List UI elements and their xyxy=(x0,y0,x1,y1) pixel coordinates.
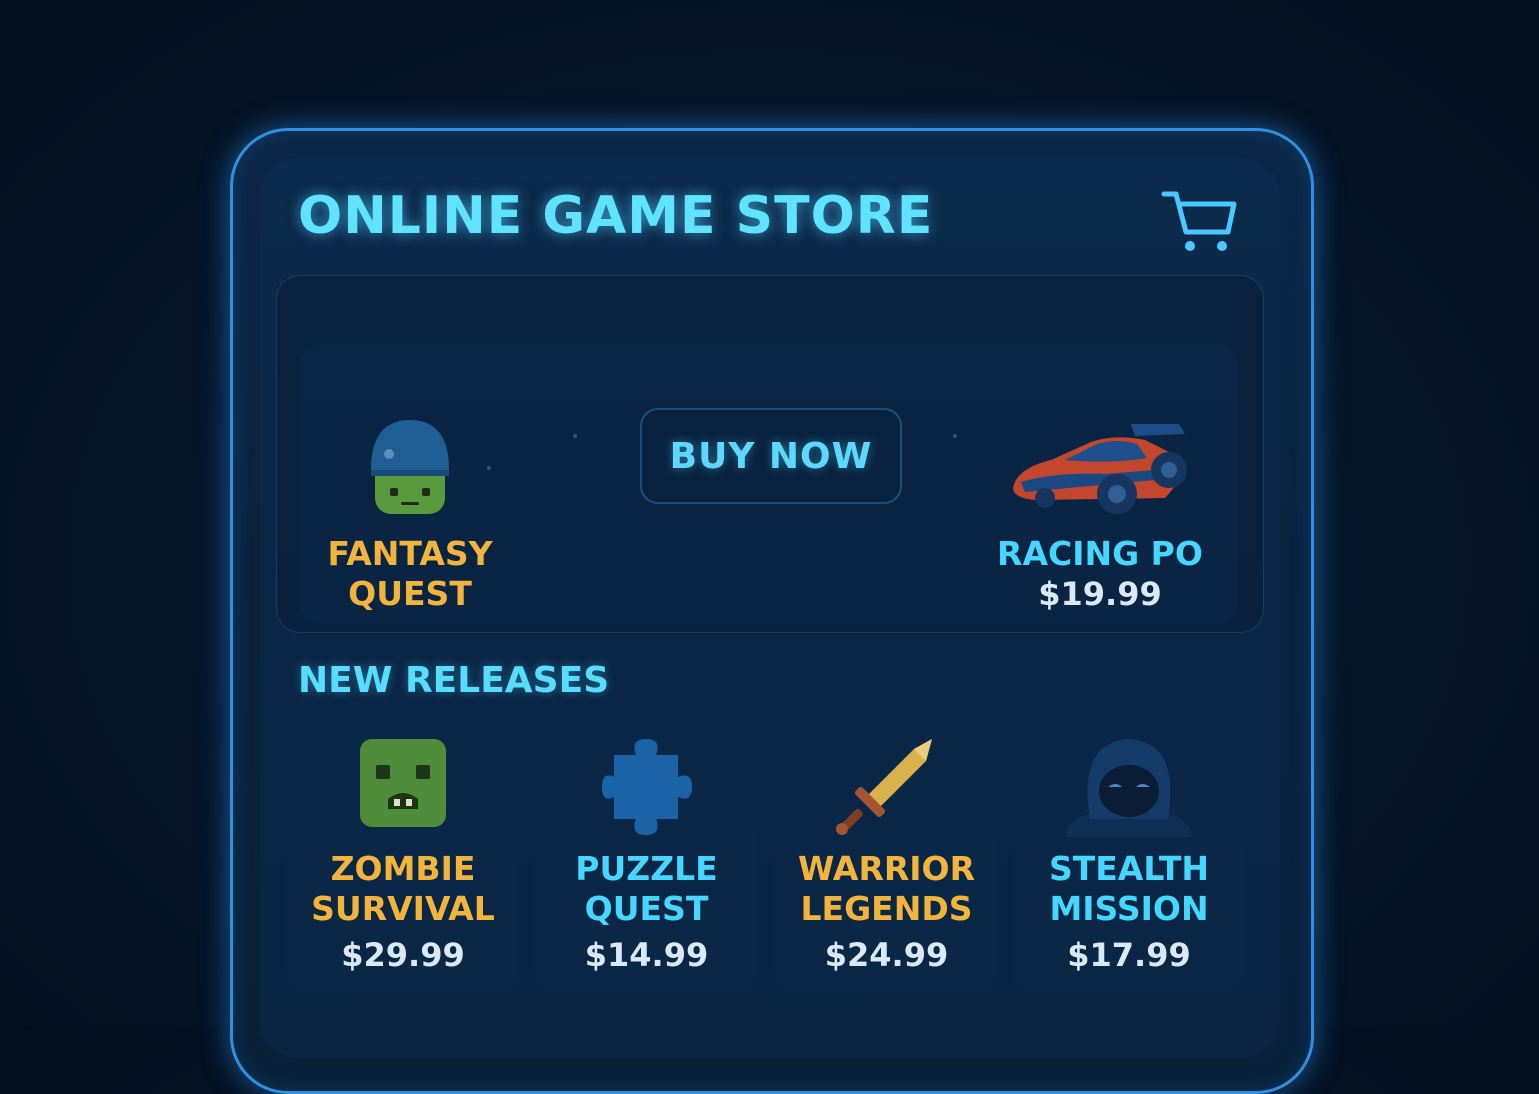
game-card-title: ZOMBIE SURVIVAL xyxy=(311,849,495,928)
featured-left-title: FANTASY QUEST xyxy=(327,534,493,613)
featured-game-right[interactable]: RACING PO $19.99 xyxy=(985,414,1215,614)
featured-right-title: RACING PO xyxy=(997,534,1203,573)
game-card[interactable]: PUZZLE QUEST $14.99 xyxy=(535,717,758,991)
puzzle-piece-icon xyxy=(601,739,692,835)
featured-right-price: $19.99 xyxy=(1038,575,1162,613)
cart-button[interactable] xyxy=(1160,186,1240,256)
hooded-ninja-icon xyxy=(1066,739,1192,837)
game-card[interactable]: STEALTH MISSION $17.99 xyxy=(1013,717,1245,991)
decor-dot xyxy=(953,434,957,438)
decor-dot xyxy=(573,434,577,438)
race-car-icon xyxy=(1013,424,1187,514)
game-card-price: $29.99 xyxy=(341,936,465,974)
app-title: ONLINE GAME STORE xyxy=(298,186,934,246)
game-card-title: PUZZLE QUEST xyxy=(575,849,718,928)
shopping-cart-icon xyxy=(1161,191,1237,251)
sword-icon xyxy=(835,739,932,835)
zombie-face-icon xyxy=(360,739,446,827)
buy-now-button[interactable]: BUY NOW xyxy=(640,408,902,504)
game-card[interactable]: WARRIOR LEGENDS $24.99 xyxy=(775,717,998,991)
game-card-price: $17.99 xyxy=(1067,936,1191,974)
game-card-price: $24.99 xyxy=(824,936,949,974)
soldier-helmet-icon xyxy=(371,420,449,514)
game-card-title: WARRIOR LEGENDS xyxy=(797,849,976,928)
game-card[interactable]: ZOMBIE SURVIVAL $29.99 xyxy=(287,717,519,991)
game-card-price: $14.99 xyxy=(584,936,709,974)
new-releases-heading: NEW RELEASES xyxy=(298,660,610,701)
game-card-title: STEALTH MISSION xyxy=(1048,849,1210,928)
featured-game-left[interactable]: FANTASY QUEST xyxy=(310,414,510,614)
